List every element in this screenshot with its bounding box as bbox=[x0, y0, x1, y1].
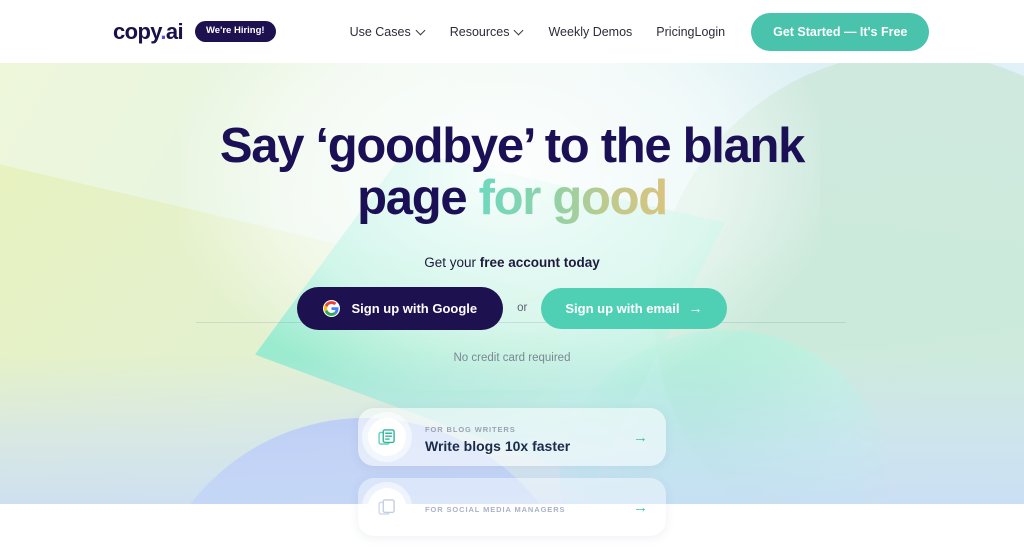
copyai-logo[interactable]: copy.ai bbox=[113, 18, 184, 44]
card-title: Write blogs 10x faster bbox=[425, 437, 571, 454]
card-text-group: FOR BLOG WRITERS Write blogs 10x faster bbox=[425, 419, 633, 456]
google-icon bbox=[323, 299, 341, 317]
hero-subheading: Get your free account today bbox=[0, 225, 1024, 270]
nav-label-resources: Resources bbox=[449, 24, 510, 39]
subhead-prefix: Get your bbox=[424, 254, 480, 270]
nav-item-use-cases[interactable]: Use Cases bbox=[350, 25, 426, 39]
arrow-right-icon: → bbox=[688, 300, 703, 317]
nav-label-pricing: Pricing bbox=[656, 24, 695, 39]
card-eyebrow: FOR SOCIAL MEDIA MANAGERS bbox=[425, 504, 566, 514]
login-link[interactable]: Login bbox=[695, 25, 726, 39]
chevron-down-icon bbox=[515, 26, 524, 35]
header-actions: Login Get Started — It's Free bbox=[695, 12, 930, 51]
list-item[interactable]: FOR SOCIAL MEDIA MANAGERS → bbox=[358, 478, 666, 536]
arrow-right-icon[interactable]: → bbox=[633, 500, 652, 515]
chevron-down-icon bbox=[417, 26, 426, 35]
card-eyebrow: FOR BLOG WRITERS bbox=[425, 424, 516, 434]
hiring-badge[interactable]: We're Hiring! bbox=[195, 21, 276, 42]
page-title: Say ‘goodbye’ to the blank page for good bbox=[0, 63, 1024, 225]
headline-line-1: Say ‘goodbye’ to the blank bbox=[219, 119, 806, 173]
headline-line-2-gradient: for good bbox=[478, 170, 669, 225]
signup-google-label: Sign up with Google bbox=[351, 300, 478, 316]
nav-label-weekly-demos: Weekly Demos bbox=[548, 24, 633, 39]
or-separator-label: or bbox=[517, 302, 528, 315]
documents-icon bbox=[368, 418, 406, 456]
signup-email-button[interactable]: Sign up with email → bbox=[541, 287, 727, 329]
signup-buttons-row: Sign up with Google or Sign up with emai… bbox=[0, 270, 1024, 330]
headline-line-2-plain: page bbox=[357, 170, 479, 225]
arrow-right-icon[interactable]: → bbox=[633, 430, 652, 445]
subhead-bold: free account today bbox=[479, 254, 600, 270]
card-text-group: FOR SOCIAL MEDIA MANAGERS bbox=[425, 498, 633, 517]
no-credit-card-note: No credit card required bbox=[453, 351, 571, 364]
nav-item-weekly-demos[interactable]: Weekly Demos bbox=[548, 25, 632, 39]
logo-group: copy.ai We're Hiring! bbox=[113, 18, 276, 44]
list-item[interactable]: FOR BLOG WRITERS Write blogs 10x faster … bbox=[358, 408, 666, 466]
site-header: copy.ai We're Hiring! Use Cases Resource… bbox=[0, 0, 1024, 63]
main-nav: Use Cases Resources Weekly Demos Pricing bbox=[350, 25, 695, 39]
get-started-button[interactable]: Get Started — It's Free bbox=[751, 12, 930, 51]
signup-google-button[interactable]: Sign up with Google bbox=[297, 286, 504, 330]
logo-name: copy bbox=[113, 18, 161, 44]
nav-item-pricing[interactable]: Pricing bbox=[656, 25, 694, 39]
feature-cards-list: FOR BLOG WRITERS Write blogs 10x faster … bbox=[358, 408, 666, 548]
documents-icon bbox=[368, 488, 406, 526]
signup-email-label: Sign up with email bbox=[565, 300, 680, 316]
hero-section: Say ‘goodbye’ to the blank page for good… bbox=[0, 63, 1024, 364]
nav-label-use-cases: Use Cases bbox=[349, 24, 411, 39]
nav-item-resources[interactable]: Resources bbox=[450, 25, 525, 39]
logo-suffix: ai bbox=[165, 18, 184, 44]
